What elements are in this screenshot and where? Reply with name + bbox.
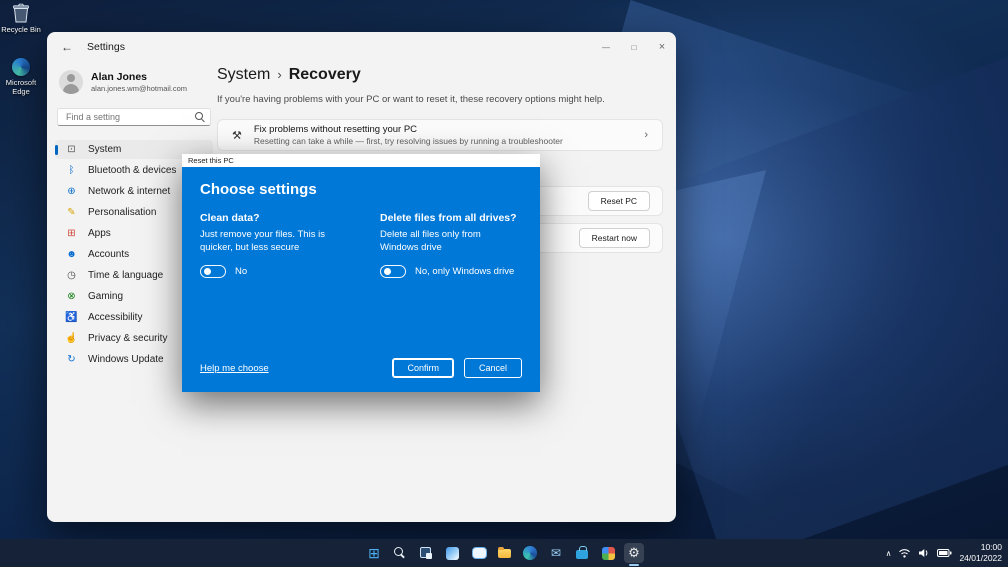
page-description: If you're having problems with your PC o… [217, 94, 605, 105]
store-icon[interactable] [572, 543, 592, 563]
desktop-icon-label: Recycle Bin [1, 25, 41, 34]
apps-icon: ⊞ [67, 228, 76, 239]
minimize-button[interactable]: — [592, 32, 620, 62]
mail-icon[interactable]: ✉ [546, 543, 566, 563]
delete-all-drives-title: Delete files from all drives? [380, 212, 517, 224]
edge-icon [12, 58, 30, 76]
recycle-bin-icon [13, 3, 29, 23]
edge-taskbar-icon[interactable] [520, 543, 540, 563]
reset-pc-button[interactable]: Reset PC [587, 191, 650, 211]
system-tray: ∧ 10:00 24/01/2022 [886, 539, 1002, 567]
back-button[interactable]: ← [61, 40, 73, 54]
desktop-icon-microsoft-edge[interactable]: Microsoft Edge [0, 58, 43, 97]
window-title: Settings [87, 41, 125, 53]
file-explorer-icon[interactable] [494, 543, 514, 563]
sidebar-item-label: Privacy & security [88, 333, 168, 344]
start-button[interactable]: ⊞ [364, 543, 384, 563]
sidebar-item-label: Personalisation [88, 207, 157, 218]
privacy-security-icon: ☝ [65, 333, 78, 344]
window-titlebar: ← Settings — □ × [47, 32, 676, 62]
clean-data-toggle[interactable] [200, 265, 226, 278]
settings-taskbar-icon[interactable]: ⚙ [624, 543, 644, 566]
close-button[interactable]: × [648, 32, 676, 62]
sidebar-item-label: Accounts [88, 249, 130, 260]
sidebar-item-label: System [88, 144, 122, 155]
wifi-icon[interactable] [898, 548, 911, 558]
troubleshoot-icon: ⚒ [232, 129, 242, 142]
task-view-icon[interactable] [416, 543, 436, 563]
profile-email: alan.jones.wm@hotmail.com [91, 84, 187, 93]
photos-icon[interactable] [598, 543, 618, 563]
clean-data-description: Just remove your files. This is quicker,… [200, 229, 325, 253]
clock[interactable]: 10:00 24/01/2022 [959, 542, 1002, 564]
restart-now-button[interactable]: Restart now [578, 228, 650, 248]
network-icon: ⊕ [67, 186, 76, 197]
page-title: Recovery [288, 66, 361, 83]
tray-chevron-up-icon[interactable]: ∧ [886, 549, 892, 558]
personalisation-icon: ✎ [67, 207, 76, 218]
desktop: Recycle Bin Microsoft Edge ← Settings — … [0, 0, 1008, 567]
sidebar-item-label: Apps [88, 228, 111, 239]
taskbar-search-icon[interactable] [390, 543, 410, 563]
dialog-titlebar[interactable]: Reset this PC [182, 154, 540, 167]
gaming-icon: ⊗ [67, 291, 76, 302]
breadcrumb-separator-icon: › [277, 67, 282, 82]
profile-name: Alan Jones [91, 71, 148, 83]
desktop-icon-label: Microsoft Edge [5, 78, 37, 97]
clean-data-option: Clean data? Just remove your files. This… [200, 212, 358, 278]
clean-data-toggle-label: No [235, 266, 248, 277]
search-box [57, 108, 211, 126]
tray-date: 24/01/2022 [959, 553, 1002, 563]
bluetooth-icon: ᛒ [68, 165, 75, 176]
delete-all-drives-toggle-label: No, only Windows drive [415, 266, 515, 277]
avatar [59, 70, 83, 94]
widgets-icon[interactable] [442, 543, 462, 563]
dialog-title: Reset this PC [188, 156, 234, 165]
dialog-heading: Choose settings [200, 181, 317, 198]
clean-data-title: Clean data? [200, 212, 260, 224]
sidebar-item-label: Network & internet [88, 186, 171, 197]
windows-update-icon: ↻ [67, 354, 76, 365]
help-me-choose-link[interactable]: Help me choose [200, 363, 269, 374]
maximize-button[interactable]: □ [620, 32, 648, 62]
sidebar-item-label: Accessibility [88, 312, 143, 323]
volume-icon[interactable] [918, 548, 930, 558]
taskbar-center: ⊞ ✉ ⚙ [364, 539, 644, 567]
desktop-icon-recycle-bin[interactable]: Recycle Bin [0, 3, 43, 34]
reset-this-pc-dialog: Reset this PC Choose settings Clean data… [182, 154, 540, 392]
troubleshoot-card[interactable]: ⚒ Fix problems without resetting your PC… [217, 119, 663, 151]
breadcrumb: System › Recovery [217, 66, 663, 84]
delete-all-drives-description: Delete all files only from Windows drive [380, 229, 481, 253]
confirm-button[interactable]: Confirm [392, 358, 454, 378]
search-input[interactable] [58, 112, 193, 122]
tray-time: 10:00 [980, 541, 1002, 552]
troubleshoot-title: Fix problems without resetting your PC [253, 124, 418, 135]
sidebar-item-label: Gaming [88, 291, 124, 302]
time-language-icon: ◷ [67, 270, 76, 281]
breadcrumb-system[interactable]: System [217, 66, 270, 84]
dialog-body: Choose settings Clean data? Just remove … [182, 167, 540, 392]
battery-icon[interactable] [937, 549, 952, 557]
accounts-icon: ☻ [66, 249, 77, 260]
system-icon: ⊡ [67, 144, 76, 155]
cancel-button[interactable]: Cancel [463, 358, 522, 378]
delete-all-drives-toggle[interactable] [380, 265, 406, 278]
search-icon [193, 110, 207, 124]
sidebar-item-label: Windows Update [88, 354, 164, 365]
chat-icon[interactable] [468, 543, 488, 563]
window-controls: — □ × [592, 32, 676, 62]
chevron-right-icon: › [644, 129, 648, 141]
troubleshoot-subtitle: Resetting can take a while — first, try … [253, 136, 563, 146]
taskbar: ⊞ ✉ ⚙ ∧ 10:00 24/01/2022 [0, 539, 1008, 567]
sidebar-item-label: Bluetooth & devices [88, 165, 177, 176]
profile-block[interactable]: Alan Jones alan.jones.wm@hotmail.com [55, 66, 213, 106]
sidebar-item-label: Time & language [88, 270, 164, 281]
accessibility-icon: ♿ [65, 312, 78, 323]
delete-all-drives-option: Delete files from all drives? Delete all… [380, 212, 522, 278]
